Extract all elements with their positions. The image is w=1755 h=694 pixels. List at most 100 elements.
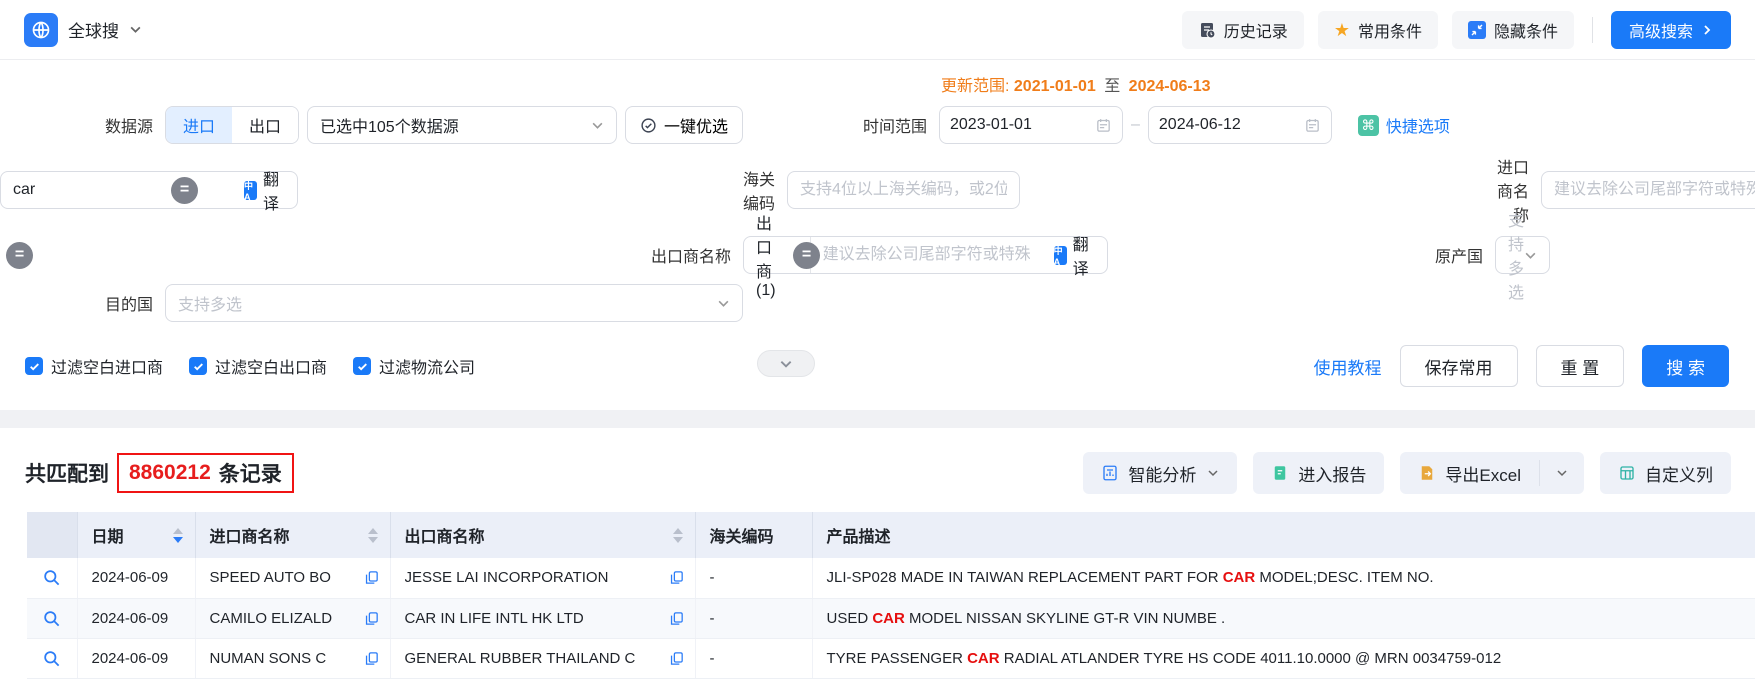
tab-import[interactable]: 进口	[166, 107, 232, 143]
data-source-field: 进口 出口 已选中105个数据源 一键优选	[165, 106, 743, 144]
chevron-down-icon	[1556, 467, 1568, 479]
results-actions: 智能分析 进入报告 导出Excel 自定义列	[1083, 452, 1731, 494]
update-range: 更新范围: 2021-01-01 至 2024-06-13	[939, 72, 1541, 96]
favorites-button[interactable]: ★ 常用条件	[1318, 11, 1438, 49]
hide-conditions-button[interactable]: 隐藏条件	[1452, 11, 1574, 49]
chevron-down-icon[interactable]	[129, 23, 142, 36]
chevron-down-icon	[591, 119, 604, 132]
star-icon: ★	[1334, 21, 1350, 39]
start-date-input[interactable]	[939, 106, 1123, 144]
filter-logistics-checkbox[interactable]: 过滤物流公司	[353, 354, 475, 378]
row-exporter[interactable]: CAR IN LIFE INTL HK LTD	[390, 598, 695, 638]
copy-icon[interactable]	[668, 650, 685, 667]
checkbox-checked-icon	[25, 357, 43, 375]
row-importer[interactable]: CAMILO ELIZALD	[195, 598, 390, 638]
magnifier-icon[interactable]	[42, 649, 61, 668]
chevron-right-icon	[1701, 24, 1713, 36]
table-row: 2024-06-09SPEED AUTO BOJESSE LAI INCORPO…	[27, 558, 1755, 598]
product-desc-label: 产品描述	[1541, 113, 1755, 137]
exporter-field: 出口商 (1) 中A 翻译	[743, 236, 787, 274]
magnifier-icon[interactable]	[42, 609, 61, 628]
header-search-col	[27, 512, 77, 558]
search-button[interactable]: 搜 索	[1642, 345, 1729, 387]
origin-select[interactable]: 支持多选	[1495, 236, 1550, 274]
magnifier-icon[interactable]	[42, 568, 61, 587]
row-view-cell	[27, 558, 77, 598]
filter-blank-importer-checkbox[interactable]: 过滤空白进口商	[25, 354, 163, 378]
copy-icon[interactable]	[363, 569, 380, 586]
one-click-optimize-button[interactable]: 一键优选	[625, 106, 743, 144]
divider	[1592, 17, 1593, 43]
history-button[interactable]: 历史记录	[1182, 11, 1304, 49]
table-row: 2024-06-09CAMILO ELIZALDCAR IN LIFE INTL…	[27, 598, 1755, 638]
start-date-value[interactable]	[950, 116, 1095, 134]
sort-date[interactable]	[173, 528, 183, 543]
export-options-button[interactable]	[1540, 452, 1584, 494]
custom-columns-button[interactable]: 自定义列	[1600, 452, 1731, 494]
row-importer[interactable]: SPEED AUTO BO	[195, 558, 390, 598]
tab-export[interactable]: 出口	[232, 107, 298, 143]
row-importer[interactable]: NUMAN SONS C	[195, 638, 390, 678]
match-count: 共匹配到 8860212 条记录	[25, 453, 294, 493]
save-common-button[interactable]: 保存常用	[1400, 345, 1518, 387]
copy-icon[interactable]	[363, 610, 380, 627]
exact-match-toggle[interactable]: =	[171, 177, 198, 204]
globe-logo-icon	[24, 13, 58, 47]
tutorial-link[interactable]: 使用教程	[1314, 354, 1382, 379]
form-actions: 使用教程 保存常用 重 置 搜 索	[1314, 345, 1755, 387]
excel-export-icon	[1418, 464, 1436, 482]
chevron-down-icon	[779, 357, 793, 371]
smart-analysis-button[interactable]: 智能分析	[1083, 452, 1237, 494]
reset-button[interactable]: 重 置	[1536, 345, 1625, 387]
copy-icon[interactable]	[668, 610, 685, 627]
header-product-desc: 产品描述	[812, 512, 1755, 558]
advanced-search-button[interactable]: 高级搜索	[1611, 11, 1731, 49]
row-exporter[interactable]: JESSE LAI INCORPORATION	[390, 558, 695, 598]
row-exporter[interactable]: GENERAL RUBBER THAILAND C	[390, 638, 695, 678]
brand[interactable]: 全球搜	[24, 13, 142, 47]
chevron-down-icon	[1524, 249, 1537, 262]
header-date: 日期	[77, 512, 195, 558]
checkbox-checked-icon	[353, 357, 371, 375]
quick-options-button[interactable]: ⌘ 快捷选项	[1358, 113, 1450, 137]
row-product-desc: USED CAR MODEL NISSAN SKYLINE GT-R VIN N…	[812, 598, 1755, 638]
columns-icon	[1618, 464, 1636, 482]
row-product-desc: JLI-SP028 MADE IN TAIWAN REPLACEMENT PAR…	[812, 558, 1755, 598]
importer-input-group: 中A 翻译	[1541, 171, 1755, 209]
data-source-select[interactable]: 已选中105个数据源	[307, 106, 617, 144]
copy-icon[interactable]	[668, 569, 685, 586]
sort-importer[interactable]	[368, 528, 378, 543]
row-hs-code: -	[695, 638, 812, 678]
export-excel-split-button: 导出Excel	[1400, 452, 1584, 494]
origin-label: 原产国	[939, 243, 1495, 267]
destination-select[interactable]: 支持多选	[165, 284, 743, 322]
product-desc-field: 中A 翻译	[0, 171, 165, 209]
copy-icon[interactable]	[363, 650, 380, 667]
hs-code-input[interactable]	[788, 173, 1019, 207]
data-source-label: 数据源	[0, 113, 165, 137]
enter-report-button[interactable]: 进入报告	[1253, 452, 1384, 494]
sort-exporter[interactable]	[673, 528, 683, 543]
header-importer: 进口商名称	[195, 512, 390, 558]
exact-match-toggle[interactable]: =	[6, 242, 33, 269]
analysis-icon	[1101, 464, 1119, 482]
origin-field: 支持多选	[1495, 236, 1541, 274]
exact-match-toggle[interactable]: =	[793, 242, 820, 269]
row-hs-code: -	[695, 598, 812, 638]
chevron-down-icon	[717, 297, 730, 310]
destination-field: 支持多选	[165, 284, 743, 322]
app-title: 全球搜	[68, 17, 119, 42]
destination-label: 目的国	[0, 291, 165, 315]
report-icon	[1271, 464, 1289, 482]
topbar: 全球搜 历史记录 ★ 常用条件 隐藏条件 高级搜索	[0, 0, 1755, 60]
end-date-input[interactable]	[1148, 106, 1332, 144]
importer-input[interactable]	[1542, 173, 1755, 207]
search-form: 更新范围: 2021-01-01 至 2024-06-13 数据源 进口 出口 …	[0, 60, 1755, 386]
collapse-form-button[interactable]	[757, 350, 815, 377]
row-hs-code: -	[695, 558, 812, 598]
filter-blank-exporter-checkbox[interactable]: 过滤空白出口商	[189, 354, 327, 378]
row-date: 2024-06-09	[77, 638, 195, 678]
export-excel-button[interactable]: 导出Excel	[1400, 452, 1539, 494]
table-header-row: 日期 进口商名称 出口商名称 海关编码 产品描述	[27, 512, 1755, 558]
end-date-value[interactable]	[1159, 116, 1304, 134]
